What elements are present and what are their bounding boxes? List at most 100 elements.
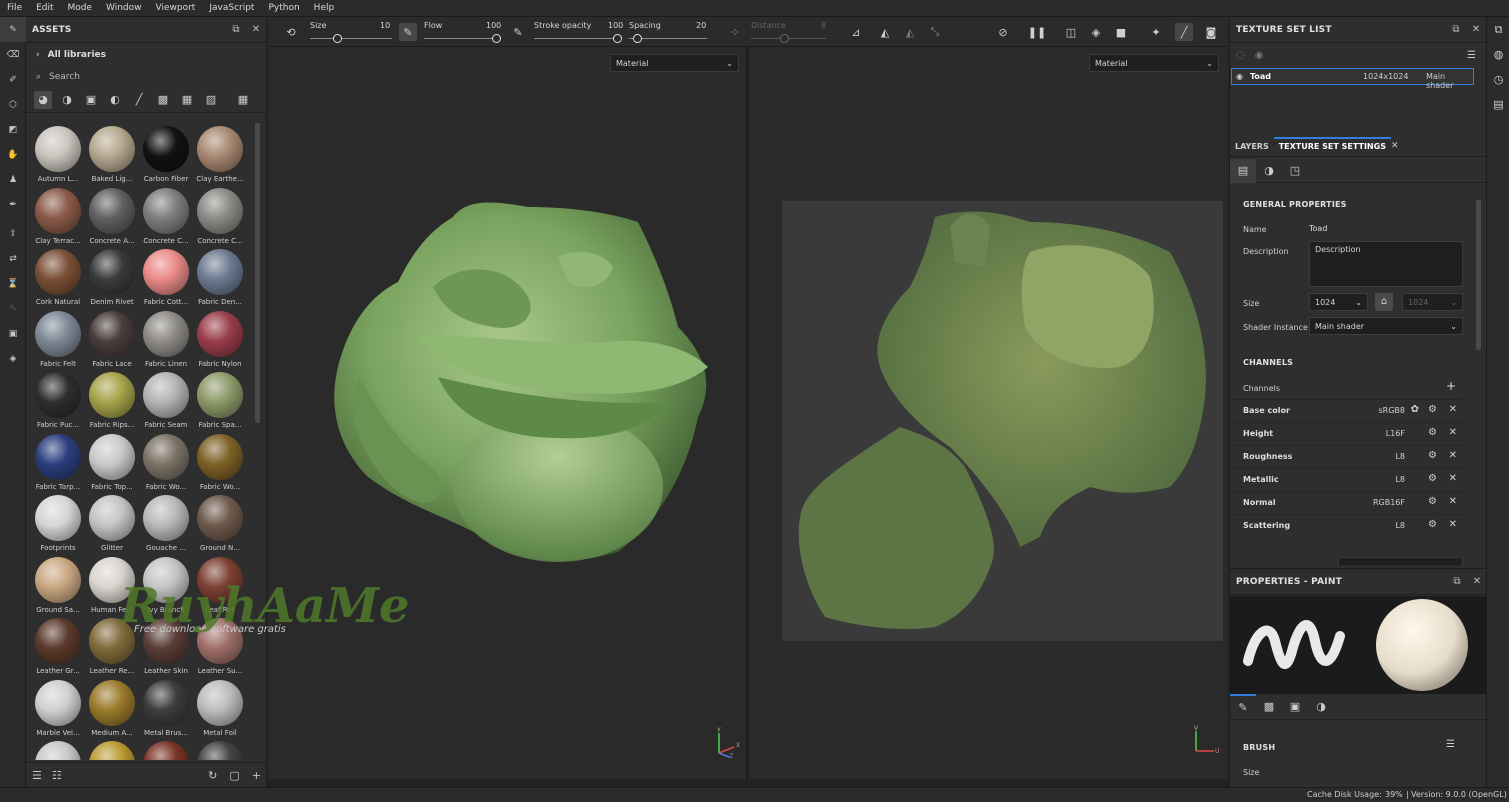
- close-icon[interactable]: ✕: [1466, 24, 1486, 35]
- material-thumbnail[interactable]: Marble Vei...: [32, 677, 84, 739]
- material-thumbnail[interactable]: Fabric Cott...: [140, 246, 192, 308]
- menu-window[interactable]: Window: [99, 0, 149, 16]
- brush-tab-icon[interactable]: ✎: [1230, 693, 1256, 720]
- close-icon[interactable]: ✕: [246, 24, 266, 35]
- material-thumbnail[interactable]: [140, 738, 192, 760]
- library-selector[interactable]: › All libraries: [26, 43, 266, 67]
- remove-icon[interactable]: ✕: [1449, 496, 1457, 507]
- menu-viewport[interactable]: Viewport: [149, 0, 203, 16]
- material-thumbnail[interactable]: Fabric Puc...: [32, 369, 84, 431]
- stencil-tab-icon[interactable]: ▣: [1282, 700, 1308, 713]
- mirror-icon[interactable]: ◭: [876, 23, 894, 41]
- material-thumbnail[interactable]: Fabric Top...: [86, 431, 138, 493]
- name-value[interactable]: Toad: [1309, 224, 1327, 233]
- material-thumbnail[interactable]: Fabric Spa...: [194, 369, 246, 431]
- visibility-off-icon[interactable]: ◌: [1236, 50, 1245, 61]
- viewport-horizontal-scroll[interactable]: [268, 779, 1228, 787]
- geometry-fill-tool[interactable]: ⬡: [0, 92, 26, 117]
- tab-layers[interactable]: LAYERS: [1230, 142, 1274, 156]
- material-tab-icon[interactable]: ◑: [1308, 700, 1334, 713]
- remove-icon[interactable]: ✕: [1449, 519, 1457, 530]
- assets-scrollbar[interactable]: [255, 123, 260, 423]
- grid-view-icon[interactable]: ▦: [234, 91, 252, 109]
- export-tool[interactable]: ▣: [0, 321, 26, 346]
- material-thumbnail[interactable]: Clay Terrac...: [32, 185, 84, 247]
- polygon-fill-tool[interactable]: ◩: [0, 117, 26, 142]
- material-thumbnail[interactable]: Cork Natural: [32, 246, 84, 308]
- eye-icon[interactable]: ◉: [1236, 72, 1243, 81]
- material-thumbnail[interactable]: [32, 738, 84, 760]
- smudge-tool[interactable]: ✋: [0, 142, 26, 167]
- channel-row[interactable]: Roughness L8 ⚙ ✕: [1230, 445, 1463, 467]
- material-thumbnail[interactable]: Fabric Linen: [140, 308, 192, 370]
- material-thumbnail[interactable]: Leather Gr...: [32, 615, 84, 677]
- menu-edit[interactable]: Edit: [29, 0, 60, 16]
- material-thumbnail[interactable]: Ground Sa...: [32, 554, 84, 616]
- color-icon[interactable]: ✿: [1411, 404, 1419, 415]
- undock-icon[interactable]: ⧉: [226, 24, 246, 35]
- channel-row[interactable]: Height L16F ⚙ ✕: [1230, 422, 1463, 444]
- viewport-2d[interactable]: Material ⌄ V U: [750, 47, 1228, 779]
- material-thumbnail[interactable]: Concrete C...: [140, 185, 192, 247]
- material-thumbnail[interactable]: Glitter: [86, 492, 138, 554]
- filter-icon[interactable]: ◐: [106, 91, 124, 109]
- paint-brush-tool[interactable]: ✎: [0, 17, 26, 42]
- settings-scrollbar[interactable]: [1476, 200, 1481, 350]
- remove-icon[interactable]: ✕: [1449, 473, 1457, 484]
- transform-icon[interactable]: ⤡: [926, 23, 944, 41]
- material-thumbnail[interactable]: [86, 738, 138, 760]
- menu-python[interactable]: Python: [261, 0, 306, 16]
- menu-file[interactable]: File: [0, 0, 29, 16]
- gear-icon[interactable]: ⚙: [1428, 519, 1437, 530]
- shader-instance-dropdown[interactable]: Main shader ⌄: [1309, 317, 1463, 335]
- remove-icon[interactable]: ✕: [1449, 427, 1457, 438]
- uv-icon[interactable]: ◳: [1282, 164, 1308, 177]
- material-thumbnail[interactable]: Autumn L...: [32, 123, 84, 185]
- channel-row[interactable]: Metallic L8 ⚙ ✕: [1230, 468, 1463, 490]
- material-thumbnail[interactable]: Baked Lig...: [86, 123, 138, 185]
- material-thumbnail[interactable]: Medium A...: [86, 677, 138, 739]
- environment-filter-icon[interactable]: ▨: [202, 91, 220, 109]
- add-channel-icon[interactable]: +: [1446, 379, 1456, 393]
- iray-icon[interactable]: ✦: [1147, 23, 1165, 41]
- material-thumbnail[interactable]: Fabric Nylon: [194, 308, 246, 370]
- material-thumbnail[interactable]: Fabric Rips...: [86, 369, 138, 431]
- material-thumbnail[interactable]: Fabric Wo...: [194, 431, 246, 493]
- menu-icon[interactable]: ☰: [1467, 50, 1476, 61]
- gear-icon[interactable]: ⚙: [1428, 450, 1437, 461]
- assets-search[interactable]: ⌕ Search: [26, 67, 266, 87]
- material-thumbnail[interactable]: Ground N...: [194, 492, 246, 554]
- texture-set-list-icon[interactable]: ⧉: [1487, 17, 1509, 42]
- pattern-filter-icon[interactable]: ▦: [178, 91, 196, 109]
- measure-tool[interactable]: ⇄: [0, 246, 26, 271]
- bake-tool[interactable]: ⇪: [0, 221, 26, 246]
- pressure-flow-icon[interactable]: ✎: [509, 23, 527, 41]
- menu-javascript[interactable]: JavaScript: [202, 0, 261, 16]
- material-thumbnail[interactable]: [194, 738, 246, 760]
- material-thumbnail[interactable]: Concrete C...: [194, 185, 246, 247]
- material-thumbnail[interactable]: Fabric Seam: [140, 369, 192, 431]
- hide-icon[interactable]: ⊘: [994, 23, 1012, 41]
- material-thumbnail[interactable]: Footprints: [32, 492, 84, 554]
- material-thumbnail[interactable]: Fabric Den...: [194, 246, 246, 308]
- settings-icon[interactable]: ▤: [1230, 158, 1256, 183]
- undock-icon[interactable]: ⧉: [1446, 24, 1466, 35]
- tab-texture-set-settings[interactable]: TEXTURE SET SETTINGS: [1273, 137, 1391, 156]
- material-thumbnail[interactable]: Fabric Lace: [86, 308, 138, 370]
- eraser-tool[interactable]: ⌫: [0, 42, 26, 67]
- size-slider[interactable]: [333, 34, 342, 43]
- painting-mode-icon[interactable]: ╱: [1175, 23, 1193, 41]
- texture-filter-icon[interactable]: ▩: [154, 91, 172, 109]
- remove-icon[interactable]: ✕: [1449, 450, 1457, 461]
- lock-icon[interactable]: ⌂: [1375, 293, 1393, 311]
- channel-row[interactable]: Base color sRGB8 ✿ ⚙ ✕: [1230, 399, 1463, 421]
- material-filter-icon[interactable]: ◕: [34, 90, 52, 109]
- description-field[interactable]: Description: [1309, 241, 1463, 287]
- alpha-tab-icon[interactable]: ▩: [1256, 700, 1282, 713]
- gear-icon[interactable]: ⚙: [1428, 496, 1437, 507]
- eye-icon[interactable]: ◉: [1255, 50, 1264, 61]
- material-thumbnail[interactable]: Clay Earthe...: [194, 123, 246, 185]
- add-icon[interactable]: +: [252, 769, 261, 782]
- screenshot-icon[interactable]: ◙: [1202, 23, 1220, 41]
- material-icon[interactable]: ◑: [1256, 164, 1282, 177]
